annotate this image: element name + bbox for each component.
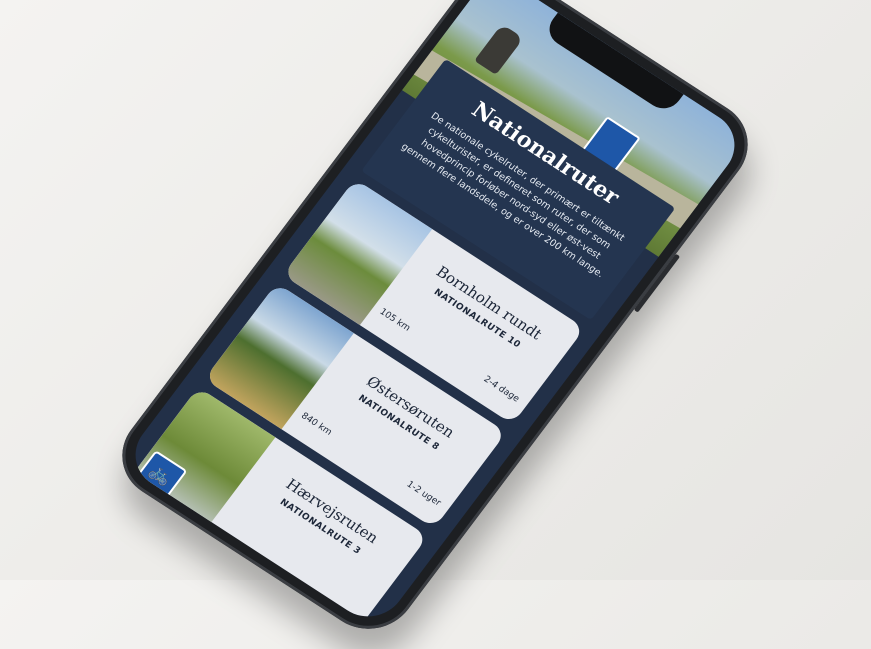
route-distance: 840 km bbox=[298, 411, 334, 438]
smartphone: Nationalruter De nationale cykelruter, d… bbox=[103, 0, 767, 647]
cyclist bbox=[474, 23, 524, 75]
route-distance: 105 km bbox=[377, 307, 412, 334]
phone-screen: Nationalruter De nationale cykelruter, d… bbox=[120, 0, 750, 630]
route-duration: 2-4 dage bbox=[481, 374, 521, 405]
route-duration: 1-2 uger bbox=[404, 479, 443, 509]
